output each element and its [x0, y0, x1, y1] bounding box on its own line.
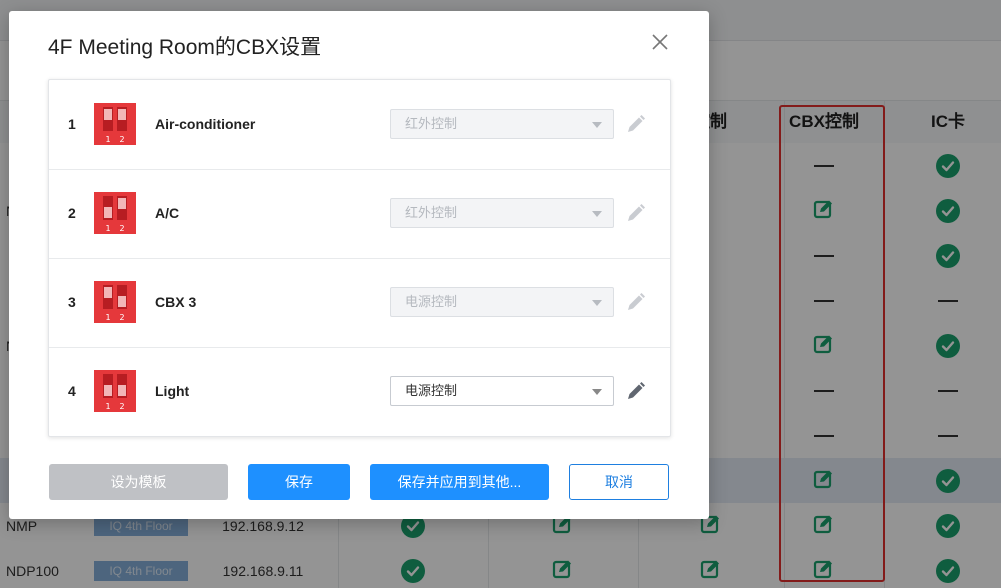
- device-name: CBX 3: [155, 294, 197, 310]
- device-index: 2: [68, 205, 76, 221]
- dip-switch-icon: 12: [94, 370, 136, 412]
- dip-switch-icon: 12: [94, 192, 136, 234]
- svg-text:1: 1: [105, 313, 110, 322]
- control-mode-value: 电源控制: [405, 294, 458, 309]
- control-mode-select[interactable]: 电源控制: [390, 287, 614, 317]
- dip-switch-icon: 12: [94, 281, 136, 323]
- save-and-apply-button[interactable]: 保存并应用到其他...: [370, 464, 549, 500]
- cbx-settings-dialog: 4F Meeting Room的CBX设置 1 1 2 Air-conditioner…: [9, 11, 709, 519]
- device-index: 4: [68, 383, 76, 399]
- svg-text:2: 2: [119, 135, 124, 144]
- edit-pen-icon[interactable]: [626, 114, 646, 134]
- set-template-button[interactable]: 设为模板: [49, 464, 228, 500]
- svg-text:2: 2: [119, 402, 124, 411]
- chevron-down-icon: [592, 389, 602, 395]
- control-mode-select[interactable]: 红外控制: [390, 198, 614, 228]
- device-row: 2 1 2 A/C 红外控制: [49, 169, 670, 259]
- device-name: Air-conditioner: [155, 116, 256, 132]
- dip-switch-icon: 12: [94, 103, 136, 145]
- device-row: 4 1 2 Light 电源控制: [49, 347, 670, 436]
- cancel-button[interactable]: 取消: [569, 464, 669, 500]
- app-stage: 控制 CBX控制 IC卡 NNNMPIQ 4th Floor192.168.9.…: [0, 0, 1001, 588]
- device-index: 1: [68, 116, 76, 132]
- chevron-down-icon: [592, 211, 602, 217]
- edit-pen-icon[interactable]: [626, 292, 646, 312]
- svg-text:1: 1: [105, 135, 110, 144]
- device-name: A/C: [155, 205, 180, 221]
- svg-text:2: 2: [119, 224, 124, 233]
- control-mode-select[interactable]: 电源控制: [390, 376, 614, 406]
- svg-text:1: 1: [105, 224, 110, 233]
- chevron-down-icon: [592, 122, 602, 128]
- svg-text:2: 2: [119, 313, 124, 322]
- device-row: 1 1 2 Air-conditioner 红外控制: [49, 80, 670, 170]
- edit-pen-icon[interactable]: [626, 203, 646, 223]
- edit-pen-icon[interactable]: [626, 381, 646, 401]
- close-icon[interactable]: [649, 31, 671, 53]
- control-mode-value: 红外控制: [405, 205, 458, 220]
- device-list: 1 1 2 Air-conditioner 红外控制 2 1 2 A/C 红外控制 3 1 2 CBX 3…: [48, 79, 671, 437]
- svg-text:1: 1: [105, 402, 110, 411]
- chevron-down-icon: [592, 300, 602, 306]
- device-index: 3: [68, 294, 76, 310]
- device-row: 3 1 2 CBX 3 电源控制: [49, 258, 670, 348]
- save-button[interactable]: 保存: [248, 464, 350, 500]
- device-name: Light: [155, 383, 190, 399]
- dialog-title: 4F Meeting Room的CBX设置: [48, 36, 322, 59]
- control-mode-value: 红外控制: [405, 116, 458, 131]
- control-mode-value: 电源控制: [405, 383, 458, 398]
- control-mode-select[interactable]: 红外控制: [390, 109, 614, 139]
